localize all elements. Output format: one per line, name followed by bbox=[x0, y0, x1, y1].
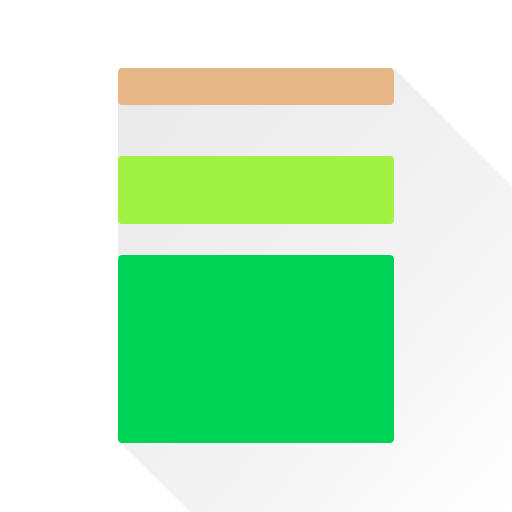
middle-block bbox=[118, 156, 394, 224]
bottom-block bbox=[118, 255, 394, 443]
top-block bbox=[118, 68, 394, 105]
icon-canvas bbox=[0, 0, 512, 512]
